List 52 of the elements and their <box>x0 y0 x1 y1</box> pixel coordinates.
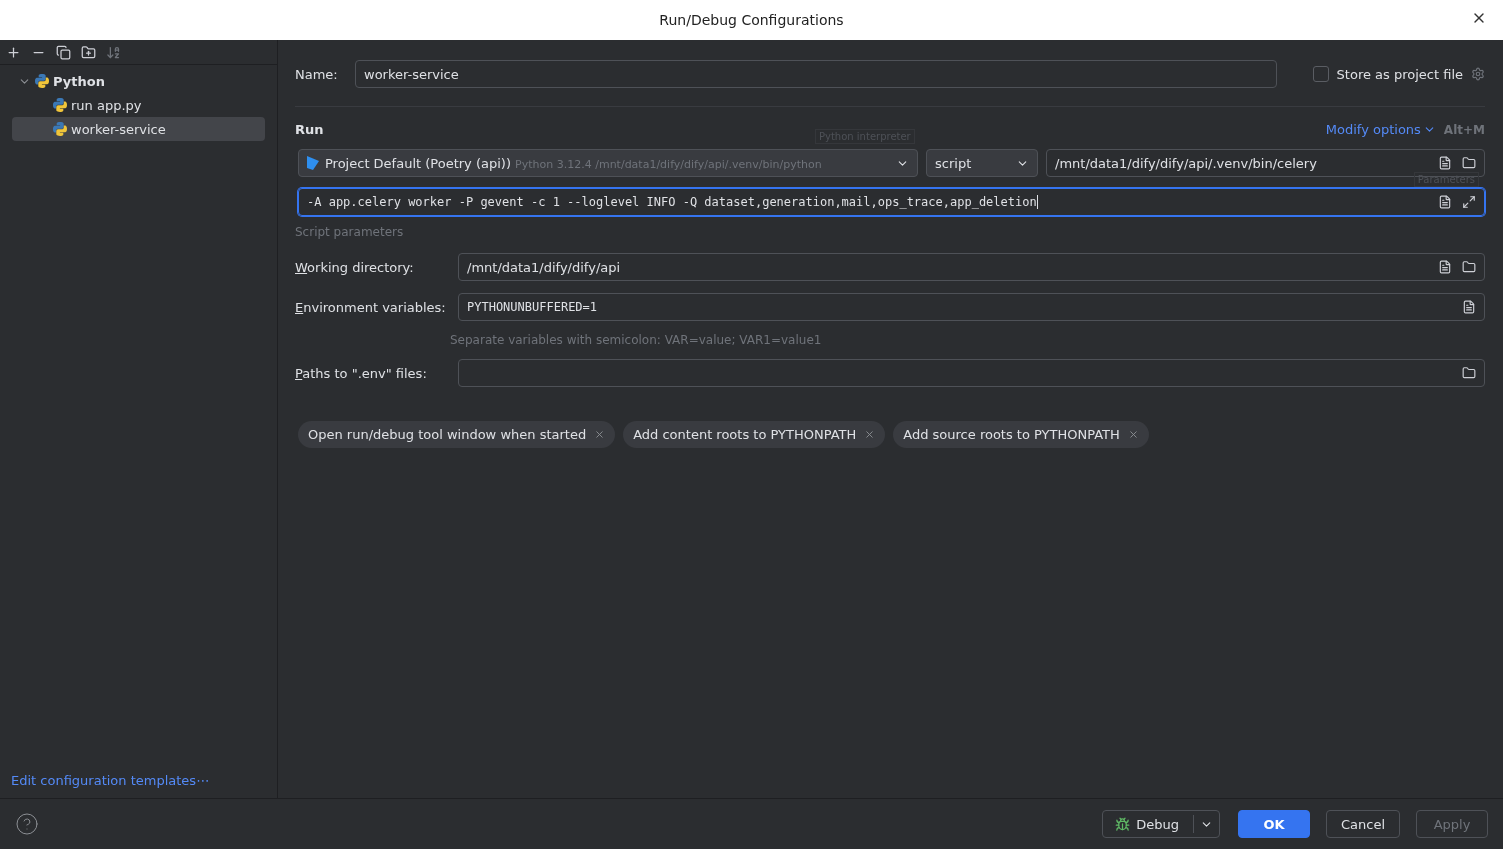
close-icon <box>1127 429 1139 440</box>
sort-icon[interactable] <box>106 44 121 60</box>
dialog-button[interactable]: OK <box>1237 810 1310 838</box>
tree-item[interactable]: Python <box>12 69 265 93</box>
python-icon <box>52 97 68 113</box>
target-type-dropdown[interactable]: script <box>926 149 1038 177</box>
list-icon <box>1438 195 1452 209</box>
close-icon <box>594 429 606 440</box>
expand-icon <box>1462 195 1476 209</box>
add-icon[interactable] <box>6 44 21 60</box>
field-label: Environment variables: <box>295 299 447 315</box>
dialog-button[interactable]: Cancel <box>1325 810 1400 838</box>
tree-item[interactable]: run app.py <box>12 93 265 117</box>
field-label: Working directory: <box>295 259 415 275</box>
shortcut-hint: Alt+M <box>1443 122 1485 137</box>
gear-icon[interactable] <box>1471 67 1485 81</box>
modify-options-link[interactable]: Modify options <box>1325 122 1436 137</box>
parameters-field[interactable]: -A app.celery worker -P gevent -c 1 --loglevel INFO -Q dataset,generation,mail,ops_trace,app_deletion <box>298 188 1485 216</box>
interpreter-dropdown[interactable]: Project Default (Poetry (api)) Python 3.12.4 /mnt/data1/dify/dify/api/.venv/bin/python <box>298 149 918 177</box>
list-icon <box>1462 300 1476 314</box>
poetry-icon <box>307 156 319 170</box>
python-icon <box>52 121 68 137</box>
bug-icon <box>1115 816 1131 832</box>
help-icon[interactable] <box>15 812 39 836</box>
python-icon <box>34 73 50 89</box>
folder-icon <box>1462 366 1476 380</box>
folder-icon <box>1462 260 1476 274</box>
folder-icon <box>1462 156 1476 170</box>
tree-item[interactable]: worker-service <box>12 117 265 141</box>
option-chip[interactable]: Add content roots to PYTHONPATH <box>623 421 886 448</box>
copy-icon[interactable] <box>56 44 71 60</box>
folder-add-icon[interactable] <box>81 44 96 60</box>
input-field[interactable]: PYTHONUNBUFFERED=1 <box>458 293 1485 321</box>
list-icon <box>1438 156 1452 170</box>
field-label: Paths to ".env" files: <box>295 365 428 381</box>
field-label: Name: <box>295 66 339 82</box>
option-chip[interactable]: Open run/debug tool window when started <box>298 421 616 448</box>
checkbox-label: Store as project file <box>1336 66 1463 82</box>
input-field[interactable]: /mnt/data1/dify/dify/api <box>458 253 1485 281</box>
edit-templates-link[interactable]: Edit configuration templates⋯ <box>0 773 277 798</box>
script-path-field[interactable]: /mnt/data1/dify/dify/api/.venv/bin/celery <box>1046 149 1485 177</box>
list-icon <box>1438 260 1452 274</box>
close-icon <box>864 429 876 440</box>
name-field[interactable]: worker-service <box>355 60 1277 88</box>
option-chip[interactable]: Add source roots to PYTHONPATH <box>893 421 1149 448</box>
debug-button[interactable]: Debug <box>1102 810 1220 838</box>
checkbox[interactable] <box>1312 66 1329 82</box>
input-field[interactable] <box>458 359 1485 387</box>
window-title: Run/Debug Configurations <box>659 12 844 28</box>
section-title: Run <box>295 122 324 137</box>
field-hint: Script parameters <box>295 225 405 239</box>
field-hint: Separate variables with semicolon: VAR=value; VAR1=value1 <box>450 333 823 347</box>
